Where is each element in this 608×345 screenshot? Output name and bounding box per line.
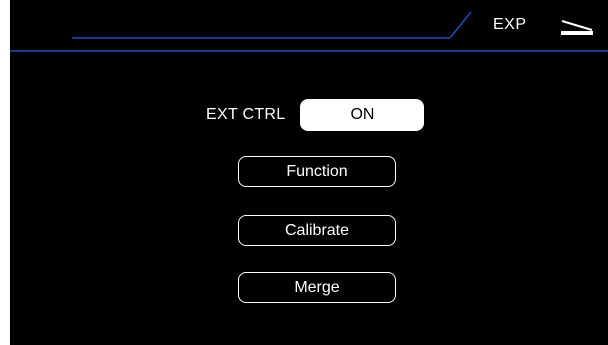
device-screen: EXP EXT CTRL ON Function Calibrate Merge [10,0,608,345]
ext-ctrl-toggle-button[interactable]: ON [300,99,425,131]
merge-button[interactable]: Merge [238,272,396,303]
ext-ctrl-label: EXT CTRL [206,106,286,123]
header-slash [449,11,472,39]
ext-ctrl-row: EXT CTRL ON [206,99,425,131]
function-button[interactable]: Function [238,156,396,187]
mode-label: EXP [493,16,527,33]
calibrate-button[interactable]: Calibrate [238,215,396,246]
expression-pedal-icon [561,20,593,35]
